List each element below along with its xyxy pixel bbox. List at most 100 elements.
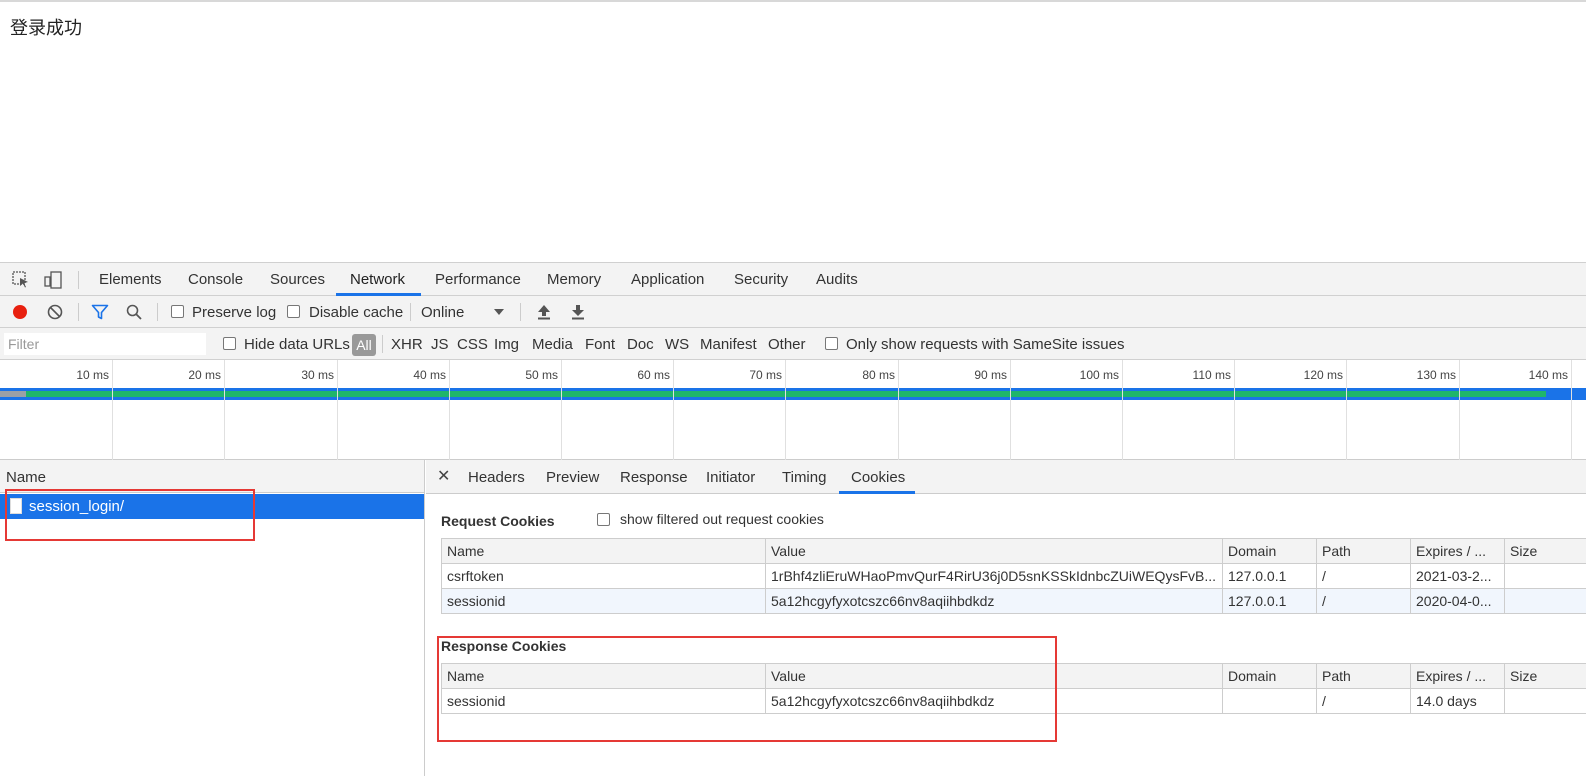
page-message: 登录成功 [10,18,82,39]
hide-data-urls-label: Hide data URLs [244,336,350,353]
hide-data-urls-checkbox[interactable] [223,337,236,350]
record-icon[interactable] [11,303,29,321]
tab-console[interactable]: Console [188,263,243,296]
tab-memory[interactable]: Memory [547,263,601,296]
response-cookies-title: Response Cookies [441,638,567,654]
preserve-log-checkbox[interactable] [171,305,184,318]
show-filtered-checkbox[interactable] [597,513,610,526]
search-icon[interactable] [125,303,143,321]
tab-response[interactable]: Response [620,460,688,493]
timeline-gridline [112,360,113,460]
column-header[interactable]: Path [1316,663,1411,689]
timeline-gridline [1459,360,1460,460]
cookie-name: csrftoken [441,563,766,589]
timeline-gridline [1346,360,1347,460]
timeline-gridline [1234,360,1235,460]
request-cookies-table: Name Value Domain Path Expires / ... Siz… [441,538,1586,614]
tab-audits[interactable]: Audits [816,263,858,296]
cookie-value: 1rBhf4zliEruWHaoPmvQurF4RirU36j0D5snKSSk… [765,563,1223,589]
clear-icon[interactable] [46,303,64,321]
type-filter-ws[interactable]: WS [665,336,689,353]
type-filter-js[interactable]: JS [431,336,449,353]
tab-initiator[interactable]: Initiator [706,460,755,493]
network-toolbar: Preserve log Disable cache Online [0,296,1586,328]
name-column-header[interactable]: Name [0,460,424,493]
throttling-select[interactable]: Online [421,304,464,321]
filter-input[interactable] [4,333,206,355]
cookie-name: sessionid [441,588,766,614]
samesite-checkbox[interactable] [825,337,838,350]
timeline-gridline [561,360,562,460]
type-filter-font[interactable]: Font [585,336,615,353]
cookie-path: / [1316,563,1411,589]
column-header[interactable]: Domain [1222,663,1317,689]
cookie-expires: 2021-03-2... [1410,563,1505,589]
cookie-size [1504,588,1586,614]
column-header[interactable]: Size [1504,663,1586,689]
tab-cookies[interactable]: Cookies [851,460,905,493]
timeline-tick-label: 90 ms [974,368,1007,382]
tab-elements[interactable]: Elements [99,263,162,296]
type-filter-media[interactable]: Media [532,336,573,353]
dropdown-arrow-icon[interactable] [493,305,511,323]
disable-cache-checkbox[interactable] [287,305,300,318]
column-header[interactable]: Size [1504,538,1586,564]
cookie-domain [1222,688,1317,714]
type-filter-all[interactable]: All [352,334,376,356]
tab-sources[interactable]: Sources [270,263,325,296]
type-filter-xhr[interactable]: XHR [391,336,423,353]
column-header[interactable]: Name [441,663,766,689]
timeline-tick-label: 50 ms [525,368,558,382]
cookie-size [1504,688,1586,714]
timeline-gridline [898,360,899,460]
inspect-element-icon[interactable] [12,271,30,289]
tab-application[interactable]: Application [631,263,704,296]
response-cookies-table: Name Value Domain Path Expires / ... Siz… [441,663,1586,714]
toolbar-divider [78,303,79,321]
column-header[interactable]: Expires / ... [1410,663,1505,689]
tab-headers[interactable]: Headers [468,460,525,493]
table-row[interactable]: sessionid 5a12hcgyfyxotcszc66nv8aqiihbdk… [441,588,1586,614]
import-har-icon[interactable] [535,303,553,321]
export-har-icon[interactable] [569,303,587,321]
type-filter-img[interactable]: Img [494,336,519,353]
network-filter-bar: Hide data URLs All XHR JS CSS Img Media … [0,328,1586,360]
filter-icon[interactable] [91,303,109,321]
column-header[interactable]: Value [765,663,1223,689]
devtools-tabbar: Elements Console Sources Network Perform… [0,262,1586,296]
tab-timing[interactable]: Timing [782,460,826,493]
tab-performance[interactable]: Performance [435,263,521,296]
column-header[interactable]: Name [441,538,766,564]
toolbar-divider [157,303,158,321]
tab-preview[interactable]: Preview [546,460,599,493]
request-details: ✕ Headers Preview Response Initiator Tim… [426,460,1586,776]
timeline-tick-label: 10 ms [76,368,109,382]
type-filter-manifest[interactable]: Manifest [700,336,757,353]
column-header[interactable]: Domain [1222,538,1317,564]
device-toolbar-icon[interactable] [44,271,62,289]
column-header[interactable]: Expires / ... [1410,538,1505,564]
close-icon[interactable]: ✕ [437,466,450,486]
timeline-overview[interactable]: 10 ms 20 ms 30 ms 40 ms 50 ms 60 ms 70 ms 80 ms… [0,360,1586,460]
tab-network[interactable]: Network [350,263,405,296]
preserve-log-label: Preserve log [192,304,277,321]
table-row[interactable]: sessionid 5a12hcgyfyxotcszc66nv8aqiihbdk… [441,688,1586,714]
request-cookies-title: Request Cookies [441,513,555,529]
timeline-tick-label: 60 ms [637,368,670,382]
timeline-gridline [337,360,338,460]
timeline-gridline [673,360,674,460]
request-row[interactable]: session_login/ [0,494,424,519]
column-header[interactable]: Value [765,538,1223,564]
tab-security[interactable]: Security [734,263,788,296]
type-filter-other[interactable]: Other [768,336,806,353]
timeline-tick-label: 40 ms [413,368,446,382]
toolbar-divider [520,303,521,321]
disable-cache-label: Disable cache [309,304,404,321]
type-filter-doc[interactable]: Doc [627,336,654,353]
timeline-tick-label: 20 ms [188,368,221,382]
column-header[interactable]: Path [1316,538,1411,564]
table-row[interactable]: csrftoken 1rBhf4zliEruWHaoPmvQurF4RirU36… [441,563,1586,589]
table-header-row: Name Value Domain Path Expires / ... Siz… [441,663,1586,689]
type-filter-css[interactable]: CSS [457,336,488,353]
timeline-gridline [1122,360,1123,460]
